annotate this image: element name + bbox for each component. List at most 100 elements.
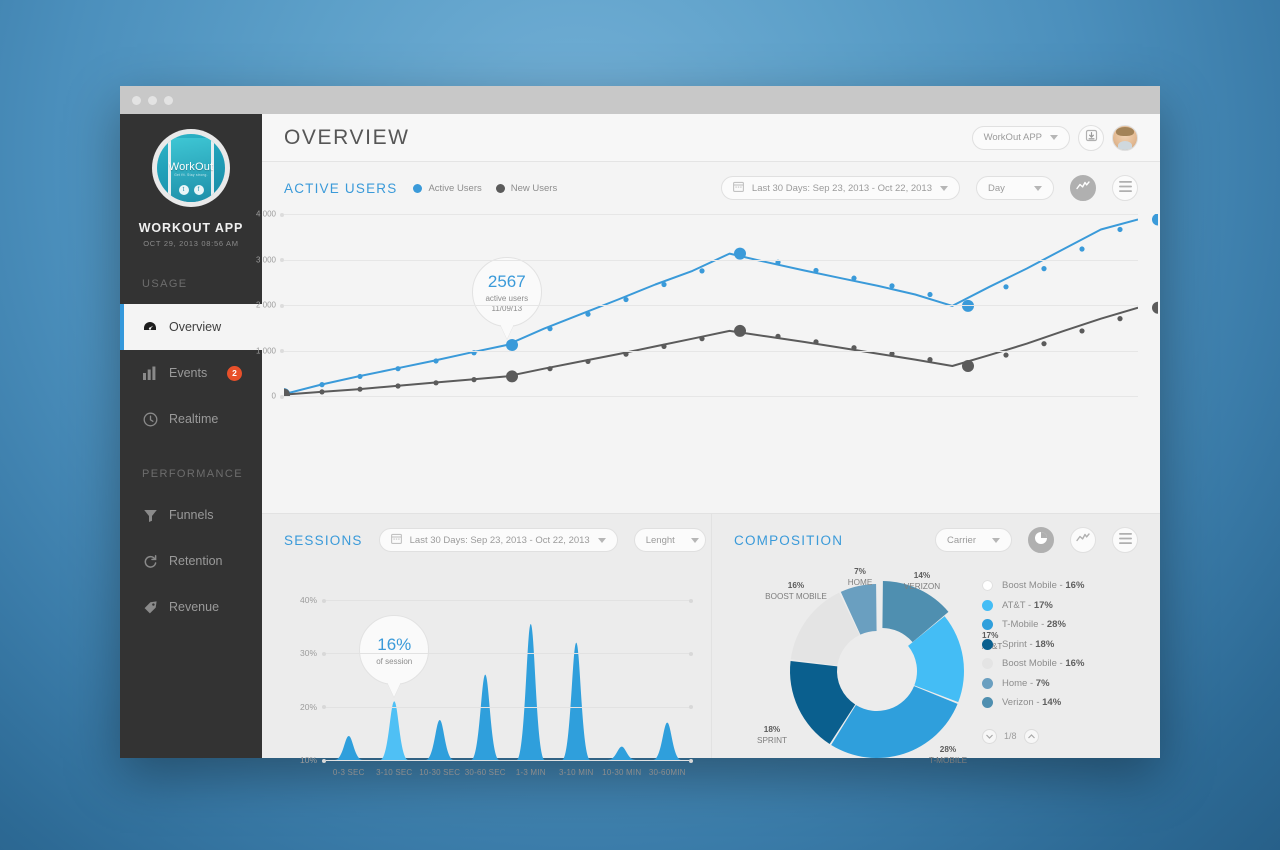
data-point[interactable] (1003, 284, 1009, 290)
window-maximize-button[interactable] (164, 95, 173, 105)
legend-item[interactable]: Verizon - 14% (982, 693, 1142, 713)
data-point[interactable] (661, 281, 667, 288)
data-point[interactable] (506, 339, 518, 352)
active-users-legend: Active Users New Users (413, 183, 557, 194)
date-range-selector[interactable]: Last 30 Days: Sep 23, 2013 - Oct 22, 201… (720, 176, 960, 200)
data-point[interactable] (699, 336, 705, 342)
data-point[interactable] (927, 291, 933, 298)
data-point[interactable] (1152, 301, 1158, 314)
avatar[interactable] (1112, 124, 1138, 151)
data-point[interactable] (547, 366, 553, 372)
data-point[interactable] (1079, 328, 1085, 334)
sidebar-item-overview[interactable]: Overview (120, 304, 262, 350)
legend-item[interactable]: Sprint - 18% (982, 635, 1142, 655)
data-point[interactable] (585, 358, 591, 365)
data-point[interactable] (1041, 341, 1047, 347)
legend-item[interactable]: Home - 7% (982, 674, 1142, 694)
data-point[interactable] (395, 383, 401, 389)
data-point[interactable] (927, 357, 933, 363)
session-peak[interactable] (562, 642, 591, 760)
donut-slice[interactable] (831, 686, 958, 758)
data-point[interactable] (623, 296, 629, 303)
data-point[interactable] (319, 389, 325, 395)
data-point[interactable] (734, 247, 746, 260)
donut-category-label: T-MOBILE (929, 756, 968, 765)
data-point[interactable] (889, 283, 895, 289)
sidebar-item-realtime[interactable]: Realtime (120, 396, 262, 442)
download-button[interactable] (1078, 124, 1104, 151)
data-point[interactable] (661, 343, 667, 350)
data-point[interactable] (433, 358, 439, 364)
data-point[interactable] (813, 267, 819, 274)
sidebar-item-events[interactable]: Events 2 (120, 350, 262, 396)
sidebar-item-funnels[interactable]: Funnels (120, 492, 262, 538)
window-close-button[interactable] (132, 95, 141, 105)
session-peak[interactable] (380, 701, 409, 760)
data-point[interactable] (734, 324, 746, 337)
sidebar-item-retention[interactable]: Retention (120, 538, 262, 584)
sessions-chart[interactable]: 16% of session 0-3 SEC 3-10 SEC 10-30 SEC 3… (300, 595, 693, 777)
data-point[interactable] (585, 311, 591, 317)
legend-item[interactable]: T-Mobile - 28% (982, 615, 1142, 635)
list-icon (1118, 531, 1132, 549)
data-point[interactable] (851, 275, 857, 281)
window-minimize-button[interactable] (148, 95, 157, 105)
data-point[interactable] (471, 377, 477, 383)
composition-dimension-selector[interactable]: Carrier (934, 528, 1012, 552)
composition-donut-chart[interactable]: 14%VERIZON17%AT&T28%T-MOBILE18%SPRINT16%… (752, 564, 1002, 779)
legend-prev-button[interactable] (982, 728, 997, 744)
data-point[interactable] (357, 373, 363, 380)
data-point[interactable] (357, 386, 363, 392)
sessions-date-range-selector[interactable]: Last 30 Days: Sep 23, 2013 - Oct 22, 201… (378, 528, 618, 552)
view-line-chart-button[interactable] (1070, 175, 1096, 201)
data-point[interactable] (1117, 316, 1123, 322)
data-point[interactable] (699, 268, 705, 274)
active-users-title: ACTIVE USERS (284, 180, 398, 196)
app-selector[interactable]: WorkOut APP (971, 125, 1070, 150)
data-point[interactable] (775, 333, 781, 339)
data-point[interactable] (1079, 246, 1085, 252)
sidebar-item-revenue[interactable]: Revenue (120, 584, 262, 630)
data-point[interactable] (623, 351, 629, 357)
data-point[interactable] (889, 351, 895, 357)
tooltip-tail (499, 324, 514, 340)
sessions-metric-selector[interactable]: Lenght (633, 528, 706, 552)
sidebar-item-label: Overview (169, 320, 222, 334)
y-axis-tick: 20% (299, 701, 317, 712)
data-point[interactable] (1003, 352, 1009, 358)
data-point[interactable] (395, 366, 401, 372)
data-point[interactable] (962, 359, 974, 372)
view-list-button[interactable] (1112, 175, 1138, 201)
composition-view-line-button[interactable] (1070, 527, 1096, 553)
legend-item[interactable]: AT&T - 17% (982, 596, 1142, 616)
view-pie-chart-button[interactable] (1028, 527, 1054, 553)
gridline (322, 758, 693, 763)
session-peak[interactable] (516, 624, 545, 760)
data-point[interactable] (433, 380, 439, 386)
x-axis-tick: 0-3 SEC (332, 768, 365, 777)
session-peak[interactable] (607, 746, 636, 760)
composition-view-list-button[interactable] (1112, 527, 1138, 553)
sessions-panel: SESSIONS Last 30 Days: Sep 23, 2013 - Oc… (262, 514, 712, 777)
session-peak[interactable] (425, 720, 454, 760)
legend-item[interactable]: Boost Mobile - 16% (982, 654, 1142, 674)
session-peak[interactable] (653, 722, 682, 760)
legend-label: Home - 7% (1002, 677, 1050, 689)
data-point[interactable] (813, 339, 819, 345)
x-axis-tick: 3-10 SEC (376, 768, 413, 777)
legend-next-button[interactable] (1023, 728, 1039, 744)
granularity-selector[interactable]: Day (976, 176, 1054, 200)
data-point[interactable] (319, 382, 325, 388)
active-users-chart[interactable]: 2567 active users 11/09/13 0 1 000 2 000 3 … (256, 210, 1158, 401)
session-peak[interactable] (471, 674, 500, 760)
data-point[interactable] (1117, 226, 1123, 233)
bar-chart-icon (142, 365, 158, 381)
data-point[interactable] (547, 326, 553, 332)
speedometer-icon (142, 319, 158, 335)
session-peak[interactable] (334, 736, 363, 760)
data-point[interactable] (1041, 266, 1047, 272)
data-point[interactable] (1152, 214, 1158, 226)
data-point[interactable] (284, 388, 290, 396)
data-point[interactable] (506, 370, 518, 383)
legend-item[interactable]: Boost Mobile - 16% (982, 576, 1142, 596)
